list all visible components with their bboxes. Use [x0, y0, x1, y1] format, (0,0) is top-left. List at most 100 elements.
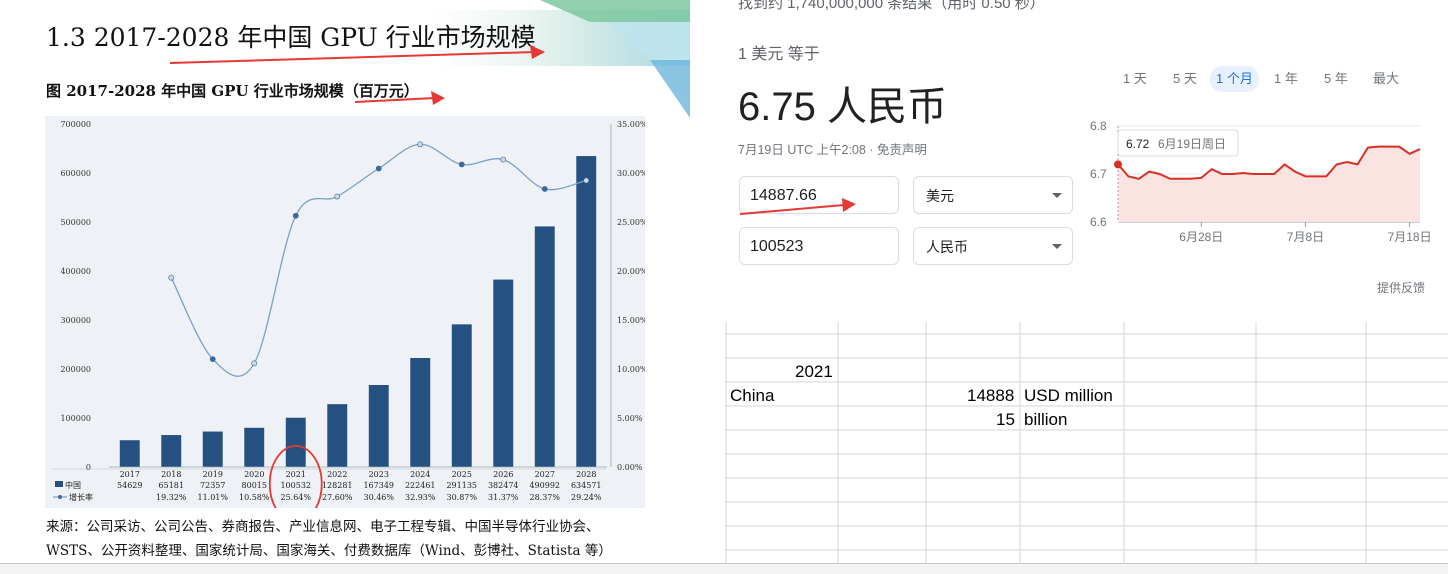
- source-line: 来源：公司采访、公司公告、券商报告、产业信息网、电子工程专辑、中国半导体行业协会…: [46, 519, 600, 535]
- source-line: WSTS、公开资料整理、国家统计局、国家海关、付费数据库（Wind、彭博社、St…: [46, 543, 612, 559]
- growth-line-series: [168, 141, 590, 377]
- currency-to-select[interactable]: 人民币: [913, 227, 1073, 265]
- sheet-tab-bar: [0, 563, 1448, 574]
- y-right-tick-label: 0.00%: [617, 463, 643, 472]
- growth-value-label: 11.01%: [197, 493, 228, 502]
- legend-swatch-bar: [55, 481, 63, 487]
- legend-label: 中国: [65, 480, 81, 490]
- dropdown-caret-icon: [1052, 244, 1062, 249]
- source-note: 来源：公司采访、公司公告、券商报告、产业信息网、电子工程专辑、中国半导体行业协会…: [46, 515, 686, 563]
- x-category-label: 2021: [286, 470, 306, 479]
- growth-value-label: 10.58%: [239, 493, 270, 502]
- growth-point: [292, 212, 299, 219]
- x-category-label: 2025: [452, 470, 472, 479]
- range-tab-1d[interactable]: 1 天: [1117, 66, 1153, 92]
- x-category-label: 2024: [410, 470, 430, 479]
- x-tick-label: 7月8日: [1287, 230, 1324, 244]
- range-tab-5y[interactable]: 5 年: [1318, 66, 1354, 92]
- y-tick-label: 6.6: [1090, 215, 1107, 229]
- currency-to-value: 人民币: [926, 239, 968, 255]
- y-left-tick-label: 200000: [60, 365, 91, 374]
- growth-point: [334, 193, 341, 200]
- x-category-label: 2018: [161, 470, 181, 479]
- y-left-tick-label: 400000: [60, 267, 91, 276]
- range-tab-1y[interactable]: 1 年: [1268, 66, 1304, 92]
- cell-year[interactable]: 2021: [795, 362, 833, 382]
- growth-value-label: 25.64%: [280, 493, 311, 502]
- bar-value-label: 382474: [488, 481, 519, 490]
- bar-value-label: 634571: [571, 481, 602, 490]
- bar-2019: [202, 431, 223, 467]
- y-right-tick-label: 5.00%: [617, 414, 643, 423]
- bar-value-label: 54629: [117, 481, 142, 490]
- growth-point: [417, 141, 424, 148]
- y-right-tick-label: 30.00%: [617, 169, 645, 178]
- bar-value-label: 65181: [159, 481, 184, 490]
- bar-2023: [368, 384, 389, 467]
- growth-point: [541, 186, 548, 192]
- amount-to-value: 100523: [750, 238, 804, 255]
- bar-value-label: 291135: [446, 481, 477, 490]
- growth-value-label: 19.32%: [156, 493, 187, 502]
- bar-value-label: 222461: [405, 481, 436, 490]
- bar-2020: [244, 427, 265, 467]
- rate-area: [1118, 146, 1420, 222]
- growth-value-label: 29.24%: [571, 493, 602, 502]
- y-left-tick-label: 700000: [60, 120, 91, 129]
- tooltip-value: 6.72: [1126, 137, 1150, 151]
- bar-value-label: 490992: [529, 481, 560, 490]
- bar-value-label: 72357: [200, 481, 225, 490]
- legend-label: 增长率: [69, 492, 93, 502]
- bar-2026: [493, 279, 514, 467]
- growth-value-label: 30.87%: [446, 493, 477, 502]
- exchange-rate-chart[interactable]: 6.8 6.7 6.6 6月28日 7月8日 7月18日 6.72 6月19日周日: [1088, 110, 1438, 250]
- x-tick-label: 6月28日: [1179, 230, 1223, 244]
- spreadsheet[interactable]: 2021 China 14888 USD million 15 billion: [690, 322, 1448, 573]
- bar-value-label: 128281: [322, 481, 353, 490]
- feedback-link[interactable]: 提供反馈: [1377, 279, 1425, 296]
- cell-value-usd[interactable]: 14888: [967, 386, 1014, 406]
- bar-2025: [451, 324, 472, 467]
- mini-chart-tooltip: 6.72 6月19日周日: [1117, 129, 1239, 157]
- x-tick-label: 7月18日: [1388, 230, 1432, 244]
- red-arrow-annotation: [740, 198, 856, 215]
- y-left-tick-label: 0: [86, 463, 91, 472]
- cell-country[interactable]: China: [730, 386, 774, 406]
- y-tick-label: 6.7: [1090, 167, 1107, 181]
- growth-point: [251, 360, 258, 367]
- range-tab-5d[interactable]: 5 天: [1167, 66, 1203, 92]
- bar-2028: [576, 156, 597, 467]
- x-category-label: 2026: [493, 470, 513, 479]
- range-tab-max[interactable]: 最大: [1367, 66, 1405, 92]
- range-tab-1m[interactable]: 1 个月: [1210, 66, 1259, 92]
- amount-to-input[interactable]: 100523: [739, 227, 899, 265]
- growth-point: [168, 274, 175, 281]
- growth-value-label: 32.93%: [405, 493, 436, 502]
- y-right-tick-label: 15.00%: [617, 316, 645, 325]
- growth-point: [375, 165, 382, 172]
- cell-unit-billion[interactable]: billion: [1024, 410, 1067, 430]
- x-category-label: 2027: [535, 470, 555, 479]
- bar-value-label: 80015: [242, 481, 267, 490]
- y-tick-label: 6.8: [1090, 119, 1107, 133]
- growth-value-label: 30.46%: [363, 493, 394, 502]
- bar-2018: [161, 435, 182, 467]
- growth-value-label: 27.60%: [322, 493, 353, 502]
- legend-swatch-point: [58, 495, 62, 499]
- red-arrow-annotation: [170, 45, 545, 64]
- bar-2027: [534, 226, 555, 467]
- cell-value-billion[interactable]: 15: [996, 410, 1015, 430]
- growth-point: [209, 356, 216, 363]
- x-category-label: 2019: [203, 470, 223, 479]
- growth-point: [583, 177, 590, 184]
- y-right-tick-label: 10.00%: [617, 365, 645, 374]
- currency-from-select[interactable]: 美元: [913, 176, 1073, 214]
- dropdown-caret-icon: [1052, 193, 1062, 198]
- tooltip-date: 6月19日周日: [1158, 137, 1226, 151]
- x-category-label: 2022: [327, 470, 347, 479]
- conversion-result: 6.75 人民币: [738, 85, 947, 129]
- growth-point: [458, 161, 465, 168]
- growth-value-label: 31.37%: [488, 493, 519, 502]
- gpu-market-chart: 700000 600000 500000 400000 300000 200000 1000…: [51, 120, 645, 508]
- cell-unit-usd[interactable]: USD million: [1024, 386, 1113, 406]
